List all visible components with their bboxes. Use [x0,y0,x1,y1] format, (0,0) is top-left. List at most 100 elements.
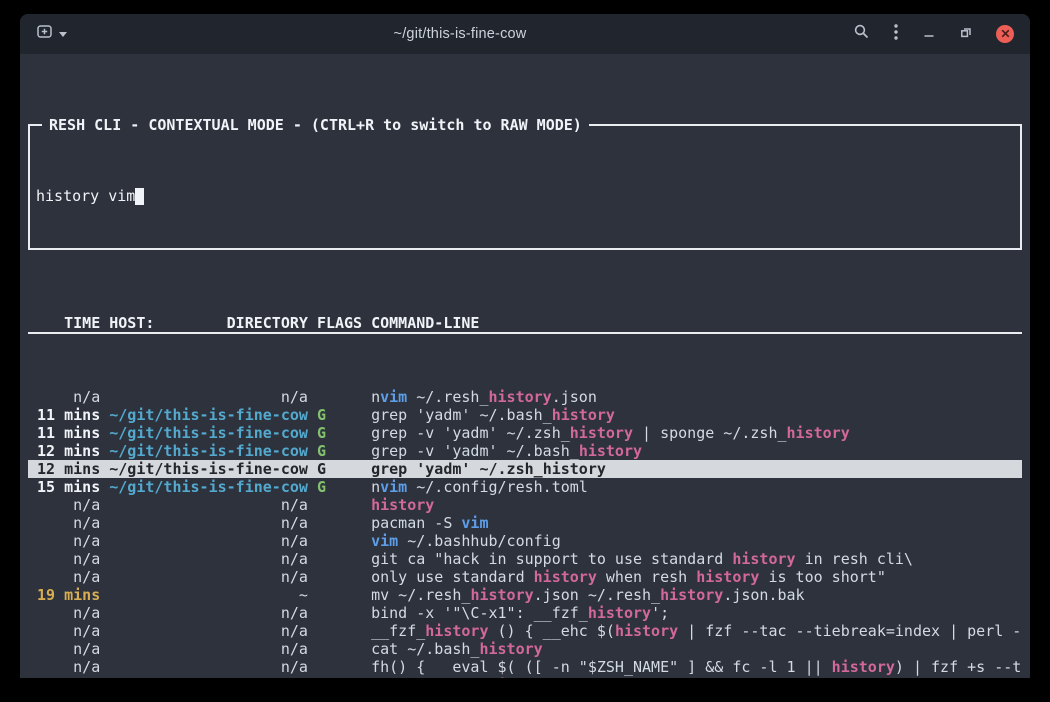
history-row[interactable]: n/an/agit ca "hack in support to use sta… [28,550,1022,568]
row-time: 15 mins [28,478,100,496]
search-match-history: history [579,442,642,460]
row-directory: n/a [109,496,308,514]
history-row[interactable]: 11 mins~/git/this-is-fine-cowGgrep 'yadm… [28,406,1022,424]
row-time: n/a [28,640,100,658]
search-match-history: history [425,622,488,640]
row-command: grep -v 'yadm' ~/.zsh_history | sponge ~… [371,424,1022,442]
history-row[interactable]: n/an/aonly use standard history when res… [28,568,1022,586]
row-flags [317,622,362,640]
row-command: mv ~/.resh_history.json ~/.resh_history.… [371,586,1022,604]
row-directory: n/a [109,622,308,640]
terminal-window: ~/git/this-is-fine-cow [20,14,1030,678]
search-match-history: history [787,424,850,442]
search-match-history: history [371,496,434,514]
row-time: 19 mins [28,586,100,604]
terminal-tabs-dropdown-button[interactable] [59,32,67,37]
header-directory: DIRECTORY [227,314,308,332]
restore-icon [959,25,973,44]
history-row[interactable]: n/an/avim ~/.bashhub/config [28,532,1022,550]
row-command: grep -v 'yadm' ~/.bash_history [371,442,1022,460]
row-directory: ~/git/this-is-fine-cow [109,460,308,478]
row-directory: n/a [109,604,308,622]
row-time: n/a [28,514,100,532]
history-row[interactable]: n/a n/a tail ~/.resh_history.json -n 1 | j… [28,676,1022,678]
search-query-text: history vim [36,187,135,205]
row-directory: n/a [109,640,308,658]
row-directory: n/a [109,532,308,550]
row-time: n/a [28,676,100,678]
new-tab-icon [36,23,53,45]
row-directory: n/a [109,388,308,406]
row-flags [317,514,362,532]
row-time: n/a [28,604,100,622]
row-time: 11 mins [28,424,100,442]
search-match-history: history [489,388,552,406]
row-flags: G [317,460,362,478]
history-row[interactable]: 12 mins~/git/this-is-fine-cowGgrep 'yadm… [28,460,1022,478]
header-time: TIME [28,314,100,332]
row-flags [317,676,362,678]
search-button[interactable] [853,23,870,45]
row-time: n/a [28,496,100,514]
history-rows: n/an/anvim ~/.resh_history.json11 mins~/… [28,388,1022,678]
history-row[interactable]: n/an/afh() { eval $( ([ -n "$ZSH_NAME" ]… [28,658,1022,676]
history-row[interactable]: 19 mins ~ mv ~/.resh_history.json ~/.resh_… [28,586,1022,604]
row-command: tail ~/.resh_history.json -n 1 | jq [371,676,1022,678]
row-command: __fzf_history () { __ehc $(history | fzf… [371,622,1022,640]
history-row[interactable]: n/an/apacman -S vim [28,514,1022,532]
header-host: HOST: [109,314,154,332]
search-input[interactable]: history vim [36,187,1012,205]
row-flags [317,550,362,568]
row-flags: G [317,478,362,496]
row-command: cat ~/.bash_history [371,640,1022,658]
row-command: grep 'yadm' ~/.zsh_history [371,460,1022,478]
row-flags [317,388,362,406]
window-titlebar[interactable]: ~/git/this-is-fine-cow [20,14,1030,54]
header-flags: FLAGS [317,314,362,332]
row-command: history [371,496,1022,514]
minimize-button[interactable] [922,25,936,44]
text-cursor [135,188,144,205]
header-host-directory: HOST: DIRECTORY [109,314,308,332]
row-time: n/a [28,532,100,550]
search-match-vim: vim [371,532,398,550]
history-row[interactable]: n/a n/a __fzf_history () { __ehc $(history… [28,622,1022,640]
row-flags: G [317,442,362,460]
search-match-history: history [615,622,678,640]
history-row[interactable]: n/a n/a history [28,496,1022,514]
search-match-history: history [588,604,651,622]
restore-button[interactable] [959,25,973,44]
chevron-down-icon [59,32,67,37]
row-flags [317,532,362,550]
history-row[interactable]: 11 mins~/git/this-is-fine-cowGgrep -v 'y… [28,424,1022,442]
new-terminal-button[interactable] [36,23,53,45]
minimize-icon [922,25,936,44]
row-directory: ~/git/this-is-fine-cow [109,478,308,496]
close-button[interactable] [996,25,1014,43]
search-match-history: history [832,658,895,676]
row-directory: n/a [109,676,308,678]
row-command: pacman -S vim [371,514,1022,532]
row-flags [317,496,362,514]
row-directory: ~ [109,586,308,604]
window-title: ~/git/this-is-fine-cow [67,26,853,42]
row-directory: ~/git/this-is-fine-cow [109,406,308,424]
search-match-vim: vim [380,478,407,496]
search-match-history: history [489,676,552,678]
row-command: nvim ~/.resh_history.json [371,388,1022,406]
search-match-vim: vim [380,388,407,406]
history-row[interactable]: 12 mins~/git/this-is-fine-cowGgrep -v 'y… [28,442,1022,460]
history-row[interactable]: 15 mins ~/git/this-is-fine-cow Gnvim ~/.co… [28,478,1022,496]
row-time: n/a [28,622,100,640]
row-flags [317,640,362,658]
search-match-history: history [732,550,795,568]
history-row[interactable]: n/an/anvim ~/.resh_history.json [28,388,1022,406]
row-directory: n/a [109,568,308,586]
menu-button[interactable] [893,23,899,46]
history-row[interactable]: n/an/abind -x '"\C-x1": __fzf_history'; [28,604,1022,622]
history-row[interactable]: n/a n/a cat ~/.bash_history [28,640,1022,658]
row-command: nvim ~/.config/resh.toml [371,478,1022,496]
search-match-history: history [534,568,597,586]
history-table-header: TIME HOST: DIRECTORY FLAGS COMMAND-LINE [28,314,1022,334]
row-command: grep 'yadm' ~/.bash_history [371,406,1022,424]
